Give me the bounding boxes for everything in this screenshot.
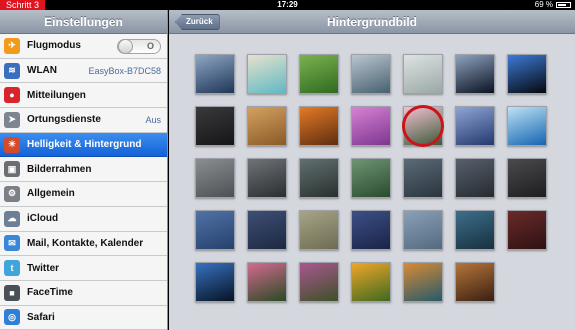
sidebar-item-label: Flugmodus	[27, 40, 81, 52]
detail-title: Hintergrundbild	[327, 15, 417, 29]
status-bar: Schritt 3 17:29 69 %	[0, 0, 575, 10]
wallpaper-22-thumbnail[interactable]	[195, 210, 235, 250]
sidebar-item-allgemein[interactable]: ⚙ Allgemein	[0, 182, 167, 207]
detail-navbar: Zurück Hintergrundbild	[169, 10, 575, 34]
wallpaper-9-thumbnail[interactable]	[247, 106, 287, 146]
sidebar-item-wlan[interactable]: ≋ WLAN EasyBox-B7DC58	[0, 58, 167, 84]
wallpaper-18-thumbnail[interactable]	[351, 158, 391, 198]
sidebar-item-flugmodus[interactable]: ✈ Flugmodus O	[0, 34, 167, 59]
sidebar-item-helligkeit-hintergrund[interactable]: ☀ Helligkeit & Hintergrund	[0, 132, 167, 158]
wifi-icon: ≋	[4, 62, 20, 79]
sidebar-item-label: Helligkeit & Hintergrund	[27, 139, 142, 151]
wallpaper-2-thumbnail[interactable]	[247, 54, 287, 94]
wallpaper-21-thumbnail[interactable]	[507, 158, 547, 198]
wallpaper-10-thumbnail[interactable]	[299, 106, 339, 146]
sidebar-item-mail-kontakte-kalender[interactable]: ✉ Mail, Kontakte, Kalender	[0, 231, 167, 257]
sidebar-title: Einstellungen	[0, 10, 167, 34]
wallpaper-16-thumbnail[interactable]	[247, 158, 287, 198]
safari-icon: ◎	[4, 309, 20, 326]
sidebar-item-ortungsdienste[interactable]: ➤ Ortungsdienste Aus	[0, 108, 167, 133]
mail-icon: ✉	[4, 235, 20, 252]
wallpaper-24-thumbnail[interactable]	[299, 210, 339, 250]
sidebar-item-label: Allgemein	[27, 188, 75, 200]
sidebar-item-facetime[interactable]: ■ FaceTime	[0, 280, 167, 306]
sidebar-item-bilderrahmen[interactable]: ▣ Bilderrahmen	[0, 157, 167, 183]
wallpaper-19-thumbnail[interactable]	[403, 158, 443, 198]
wallpaper-28-thumbnail[interactable]	[507, 210, 547, 250]
wallpaper-33-thumbnail[interactable]	[403, 262, 443, 302]
wallpaper-3-thumbnail[interactable]	[299, 54, 339, 94]
sidebar-item-mitteilungen[interactable]: ● Mitteilungen	[0, 83, 167, 109]
wallpaper-15-thumbnail[interactable]	[195, 158, 235, 198]
wallpaper-12-thumbnail[interactable]	[402, 105, 444, 147]
wallpaper-13-thumbnail[interactable]	[455, 106, 495, 146]
sidebar-item-label: Mitteilungen	[27, 89, 86, 101]
wallpaper-5-thumbnail[interactable]	[403, 54, 443, 94]
wallpaper-17-thumbnail[interactable]	[299, 158, 339, 198]
wallpaper-25-thumbnail[interactable]	[351, 210, 391, 250]
wallpaper-6-thumbnail[interactable]	[455, 54, 495, 94]
sidebar-item-label: Mail, Kontakte, Kalender	[27, 237, 144, 249]
twitter-icon: t	[4, 260, 20, 277]
wallpaper-27-thumbnail[interactable]	[455, 210, 495, 250]
wallpaper-11-thumbnail[interactable]	[351, 106, 391, 146]
sidebar-item-icloud[interactable]: ☁ iCloud	[0, 206, 167, 232]
sidebar-item-value: EasyBox-B7DC58	[88, 65, 161, 76]
wallpaper-29-thumbnail[interactable]	[195, 262, 235, 302]
location-icon: ➤	[4, 111, 20, 128]
battery-percentage: 69 %	[534, 0, 553, 9]
notifications-icon: ●	[4, 87, 20, 104]
wallpaper-1-thumbnail[interactable]	[195, 54, 235, 94]
sidebar-item-safari[interactable]: ◎ Safari	[0, 305, 167, 330]
wallpaper-23-thumbnail[interactable]	[247, 210, 287, 250]
picture-frame-icon: ▣	[4, 161, 20, 178]
wallpaper-34-thumbnail[interactable]	[455, 262, 495, 302]
airplane-mode-toggle[interactable]: O	[117, 39, 161, 54]
wallpaper-31-thumbnail[interactable]	[299, 262, 339, 302]
battery-icon	[556, 2, 571, 8]
wallpaper-30-thumbnail[interactable]	[247, 262, 287, 302]
airplane-icon: ✈	[4, 37, 20, 54]
wallpaper-panel: Zurück Hintergrundbild	[169, 10, 575, 330]
wallpaper-20-thumbnail[interactable]	[455, 158, 495, 198]
settings-sidebar: Einstellungen ✈ Flugmodus O ≋ WLAN EasyBox-B7…	[0, 10, 168, 330]
wallpaper-8-thumbnail[interactable]	[195, 106, 235, 146]
sidebar-item-label: iCloud	[27, 213, 59, 225]
sidebar-item-value: Aus	[145, 114, 161, 125]
cloud-icon: ☁	[4, 210, 20, 227]
status-time: 17:29	[277, 0, 298, 9]
facetime-icon: ■	[4, 284, 20, 301]
wallpaper-26-thumbnail[interactable]	[403, 210, 443, 250]
gear-icon: ⚙	[4, 185, 20, 202]
toggle-state: O	[146, 41, 154, 51]
sidebar-item-label: FaceTime	[27, 287, 73, 299]
wallpaper-4-thumbnail[interactable]	[351, 54, 391, 94]
wallpaper-14-thumbnail[interactable]	[507, 106, 547, 146]
wallpaper-32-thumbnail[interactable]	[351, 262, 391, 302]
toggle-knob	[118, 39, 133, 54]
sidebar-item-label: Twitter	[27, 262, 60, 274]
sidebar-item-label: WLAN	[27, 65, 57, 77]
brightness-icon: ☀	[4, 136, 20, 153]
settings-list: ✈ Flugmodus O ≋ WLAN EasyBox-B7DC58 ● Mitteilun…	[0, 34, 167, 330]
sidebar-item-label: Ortungsdienste	[27, 114, 101, 126]
sidebar-item-twitter[interactable]: t Twitter	[0, 256, 167, 281]
sidebar-item-label: Safari	[27, 311, 55, 323]
wallpaper-7-thumbnail[interactable]	[507, 54, 547, 94]
sidebar-item-label: Bilderrahmen	[27, 163, 92, 175]
